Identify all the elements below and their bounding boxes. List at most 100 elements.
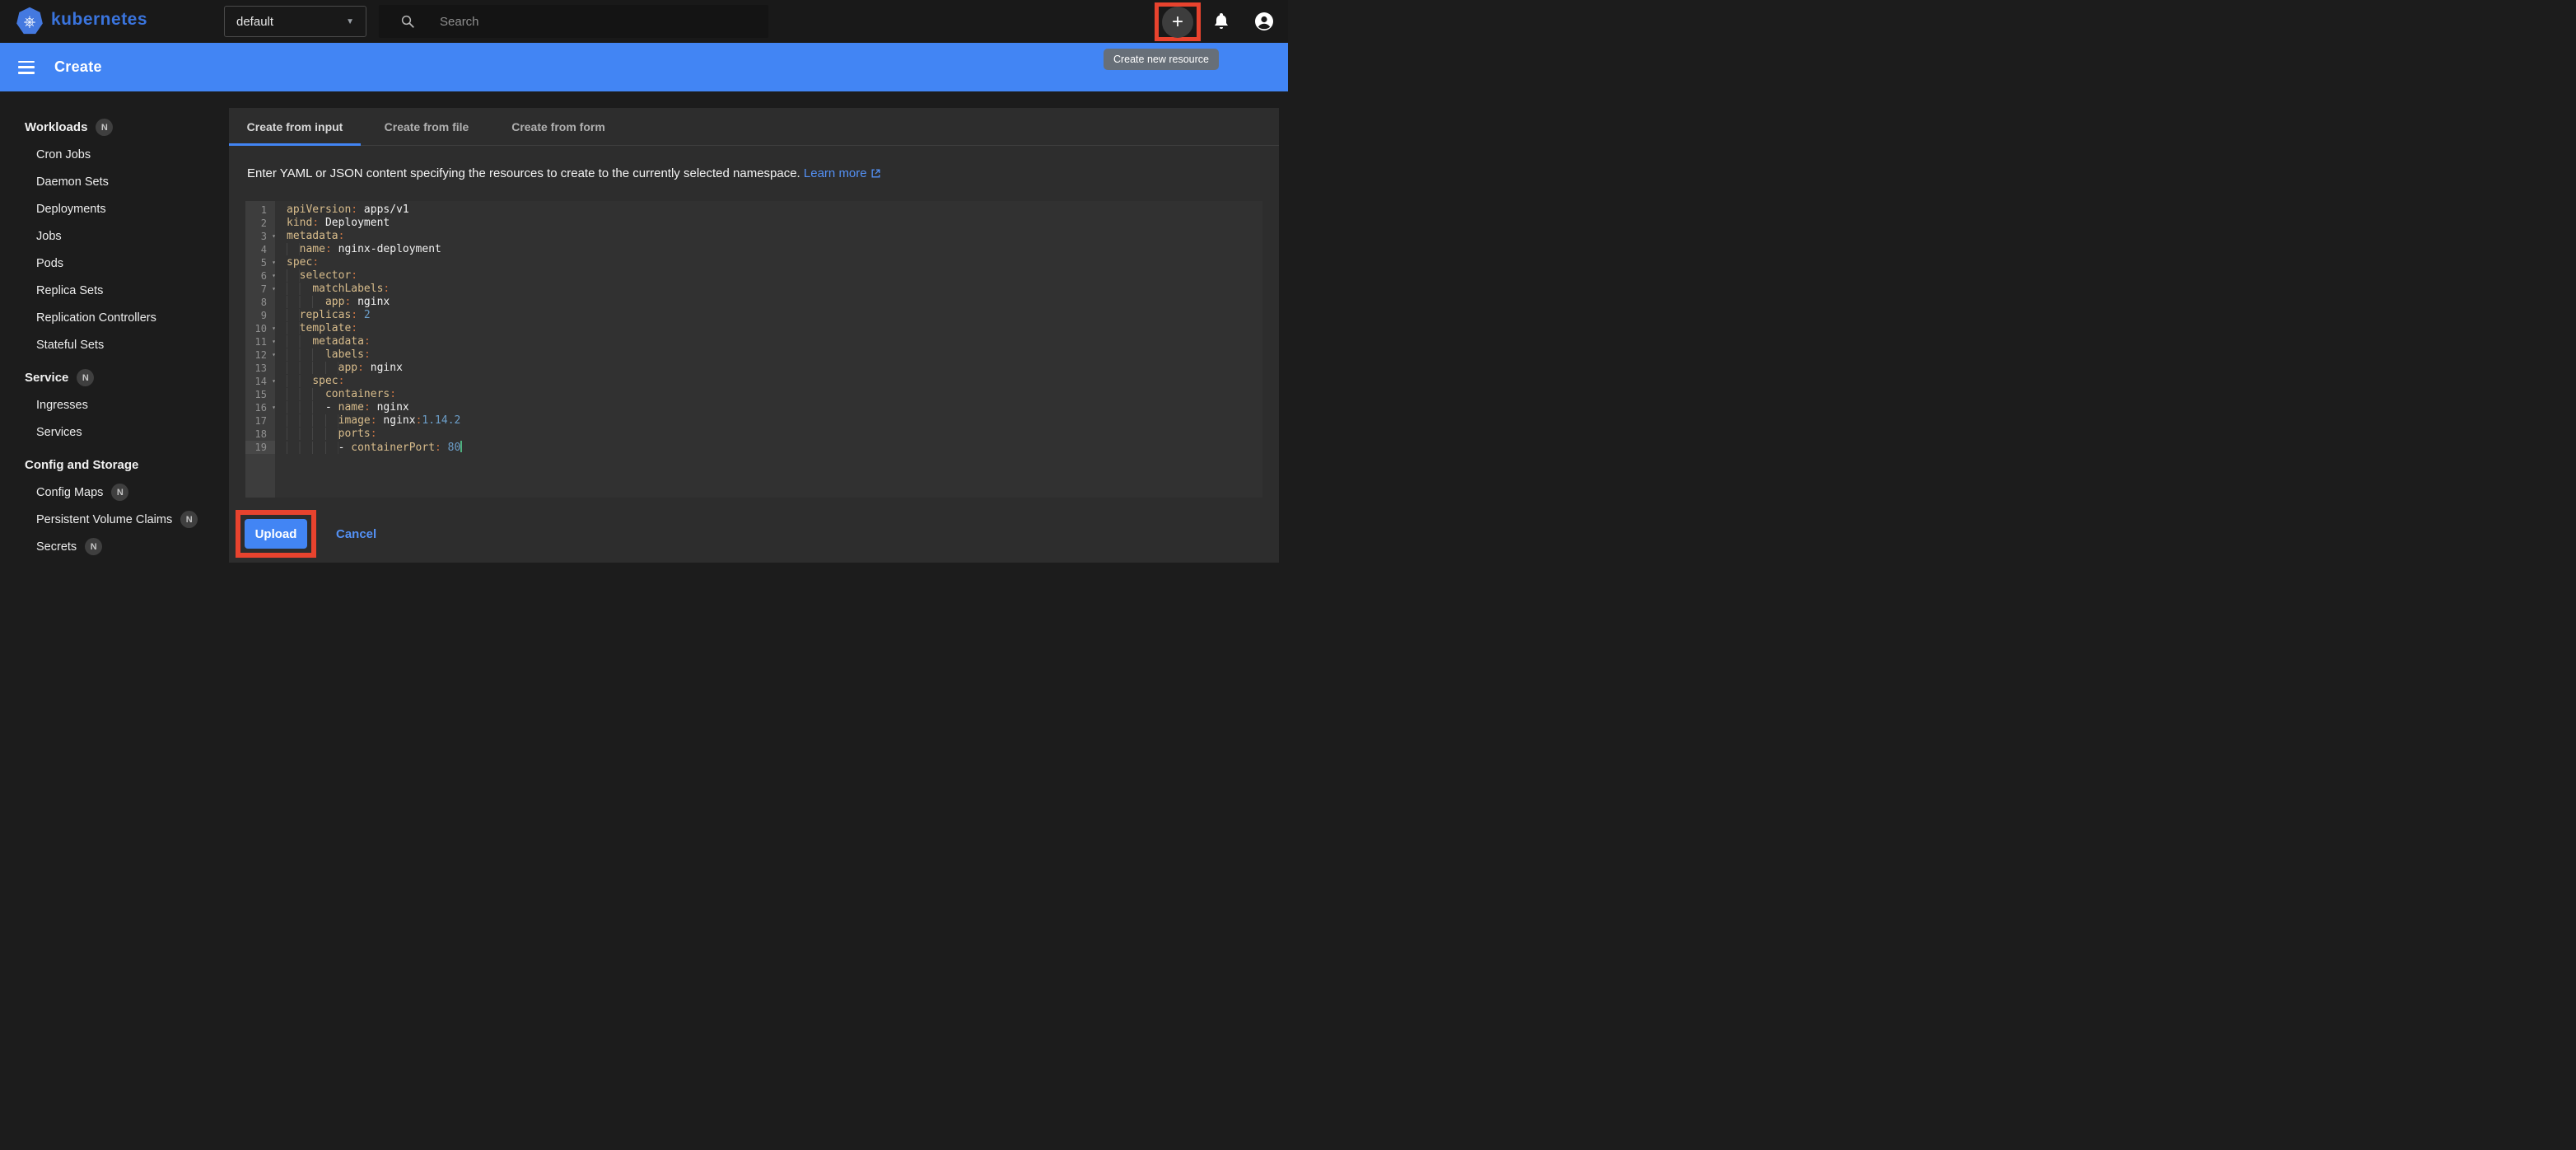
sidebar-section-label: Config and Storage <box>25 458 138 472</box>
editor-line-6[interactable]: 6▾ selector: <box>245 269 1262 283</box>
editor-line-15[interactable]: 15 containers: <box>245 388 1262 401</box>
menu-hamburger-icon[interactable] <box>18 61 35 74</box>
sidebar-item-persistent-volume-claims[interactable]: Persistent Volume Claims N <box>0 506 229 533</box>
sidebar-item-replica-sets[interactable]: Replica Sets <box>0 277 229 304</box>
line-number: 3▾ <box>245 230 275 243</box>
page-title: Create <box>54 58 102 76</box>
external-link-icon <box>870 168 881 179</box>
account-circle-icon[interactable] <box>1254 12 1274 31</box>
sidebar-item-stateful-sets[interactable]: Stateful Sets <box>0 331 229 358</box>
code-text: app: nginx <box>275 362 403 375</box>
top-bar: ⎈ kubernetes default ▼ + <box>0 0 1288 43</box>
sidebar-item-secrets[interactable]: Secrets N <box>0 533 229 560</box>
fold-arrow-icon[interactable]: ▾ <box>272 322 276 335</box>
line-number: 11▾ <box>245 335 275 348</box>
tab-create-from-input[interactable]: Create from input <box>229 108 361 145</box>
kubernetes-logo-icon[interactable]: ⎈ <box>15 7 44 36</box>
sidebar-item-label: Deployments <box>36 203 106 216</box>
line-number: 8 <box>245 296 275 309</box>
sidebar-item-cron-jobs[interactable]: Cron Jobs <box>0 141 229 168</box>
sidebar-item-pods[interactable]: Pods <box>0 250 229 277</box>
fold-arrow-icon[interactable]: ▾ <box>272 283 276 296</box>
sidebar-item-label: Services <box>36 426 82 439</box>
line-number: 6▾ <box>245 269 275 283</box>
editor-line-17[interactable]: 17 image: nginx:1.14.2 <box>245 414 1262 428</box>
code-text: matchLabels: <box>275 283 390 296</box>
line-number: 10▾ <box>245 322 275 335</box>
fold-arrow-icon[interactable]: ▾ <box>272 401 276 414</box>
yaml-code-editor[interactable]: 1apiVersion: apps/v12kind: Deployment3▾m… <box>245 201 1262 498</box>
sidebar-item-jobs[interactable]: Jobs <box>0 222 229 250</box>
sidebar-item-label: Persistent Volume Claims <box>36 513 172 526</box>
namespace-selector[interactable]: default ▼ <box>224 6 366 37</box>
fold-arrow-icon[interactable]: ▾ <box>272 348 276 362</box>
code-text: selector: <box>275 269 357 283</box>
editor-line-1[interactable]: 1apiVersion: apps/v1 <box>245 203 1262 217</box>
sidebar-item-config-maps[interactable]: Config MapsN <box>0 479 229 506</box>
editor-line-12[interactable]: 12▾ labels: <box>245 348 1262 362</box>
line-number: 13 <box>245 362 275 375</box>
line-number: 5▾ <box>245 256 275 269</box>
sidebar-item-label: Config Maps <box>36 486 103 499</box>
sidebar-item-daemon-sets[interactable]: Daemon Sets <box>0 168 229 195</box>
fold-arrow-icon[interactable]: ▾ <box>272 230 276 243</box>
sidebar-item-label: Pods <box>36 257 63 270</box>
editor-line-4[interactable]: 4 name: nginx-deployment <box>245 243 1262 256</box>
create-new-resource-button[interactable]: + <box>1162 7 1193 38</box>
editor-line-7[interactable]: 7▾ matchLabels: <box>245 283 1262 296</box>
fold-arrow-icon[interactable]: ▾ <box>272 269 276 283</box>
code-text: - containerPort: 80 <box>275 441 462 454</box>
sidebar-item-label: Ingresses <box>36 399 88 412</box>
upload-button[interactable]: Upload <box>245 519 307 549</box>
brand-title[interactable]: kubernetes <box>51 10 147 30</box>
code-text: kind: Deployment <box>275 217 390 230</box>
tab-create-from-form[interactable]: Create from form <box>492 108 624 145</box>
editor-line-19[interactable]: 19 - containerPort: 80 <box>245 441 1262 454</box>
sidebar-item-replication-controllers[interactable]: Replication Controllers <box>0 304 229 331</box>
editor-line-16[interactable]: 16▾ - name: nginx <box>245 401 1262 414</box>
search-input[interactable] <box>440 15 720 29</box>
code-text: spec: <box>275 256 319 269</box>
notifications-bell-icon[interactable] <box>1211 12 1231 31</box>
editor-line-8[interactable]: 8 app: nginx <box>245 296 1262 309</box>
fold-arrow-icon[interactable]: ▾ <box>272 256 276 269</box>
editor-line-10[interactable]: 10▾ template: <box>245 322 1262 335</box>
code-text: ports: <box>275 428 377 441</box>
code-text: template: <box>275 322 357 335</box>
line-number: 1 <box>245 203 275 217</box>
sidebar-nav: WorkloadsNCron JobsDaemon SetsDeployment… <box>0 108 229 575</box>
editor-content: 1apiVersion: apps/v12kind: Deployment3▾m… <box>245 201 1262 454</box>
editor-line-11[interactable]: 11▾ metadata: <box>245 335 1262 348</box>
editor-line-9[interactable]: 9 replicas: 2 <box>245 309 1262 322</box>
namespaced-badge: N <box>77 369 94 386</box>
sidebar-item-deployments[interactable]: Deployments <box>0 195 229 222</box>
fold-arrow-icon[interactable]: ▾ <box>272 335 276 348</box>
namespaced-badge: N <box>85 538 102 555</box>
sidebar-section-header: Config and Storage <box>0 451 229 479</box>
tab-create-from-file[interactable]: Create from file <box>361 108 492 145</box>
code-text: metadata: <box>275 335 371 348</box>
namespaced-badge: N <box>180 511 198 528</box>
editor-line-2[interactable]: 2kind: Deployment <box>245 217 1262 230</box>
code-text: metadata: <box>275 230 344 243</box>
editor-line-14[interactable]: 14▾ spec: <box>245 375 1262 388</box>
chevron-down-icon: ▼ <box>346 17 354 26</box>
search-box[interactable] <box>379 5 768 38</box>
sidebar-item-services[interactable]: Services <box>0 418 229 446</box>
sidebar-item-label: Secrets <box>36 540 77 554</box>
sidebar-item-ingresses[interactable]: Ingresses <box>0 391 229 418</box>
namespaced-badge: N <box>96 119 113 136</box>
editor-line-3[interactable]: 3▾metadata: <box>245 230 1262 243</box>
line-number: 19 <box>245 441 275 454</box>
editor-line-5[interactable]: 5▾spec: <box>245 256 1262 269</box>
line-number: 12▾ <box>245 348 275 362</box>
svg-text:⎈: ⎈ <box>24 13 36 30</box>
cancel-button[interactable]: Cancel <box>336 527 376 541</box>
editor-line-18[interactable]: 18 ports: <box>245 428 1262 441</box>
learn-more-link[interactable]: Learn more <box>804 166 881 180</box>
tab-bar: Create from inputCreate from fileCreate … <box>229 108 1279 146</box>
editor-line-13[interactable]: 13 app: nginx <box>245 362 1262 375</box>
line-number: 17 <box>245 414 275 428</box>
fold-arrow-icon[interactable]: ▾ <box>272 375 276 388</box>
line-number: 4 <box>245 243 275 256</box>
